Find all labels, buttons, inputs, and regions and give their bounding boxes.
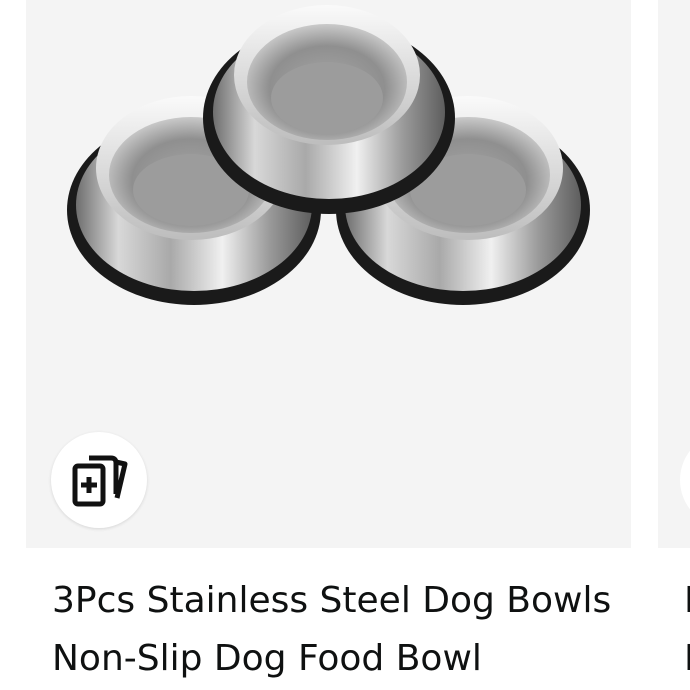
add-to-compare-icon [72,455,128,507]
product-title[interactable]: 3Pcs Stainless Steel Dog Bowls Non-Slip … [52,572,612,688]
next-product-card[interactable]: I I [658,0,690,690]
product-card[interactable]: 3Pcs Stainless Steel Dog Bowls Non-Slip … [26,0,631,690]
next-product-title[interactable]: I I [684,572,690,688]
add-to-compare-button[interactable] [51,432,147,528]
bowl-top [203,5,455,214]
product-image-area[interactable] [26,0,631,548]
